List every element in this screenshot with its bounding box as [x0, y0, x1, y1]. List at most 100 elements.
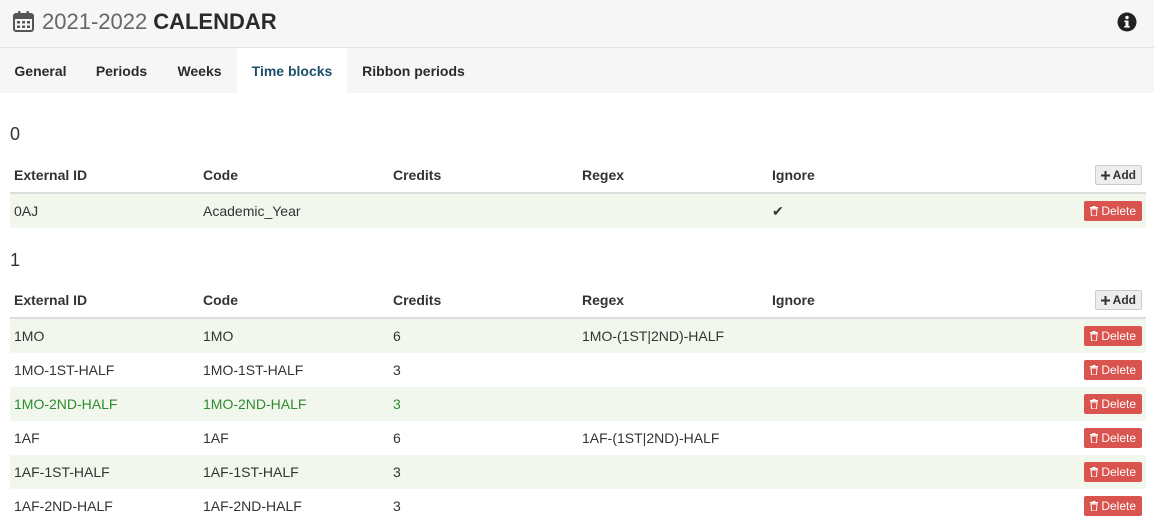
cell-credits: 6	[389, 318, 578, 353]
page-header: 2021-2022 CALENDAR	[0, 0, 1154, 48]
delete-cell: Delete	[958, 318, 1146, 353]
info-icon[interactable]	[1117, 12, 1137, 32]
cell-external-id: 1AF	[14, 430, 40, 446]
add-button[interactable]: Add	[1094, 290, 1142, 310]
cell-credits: 3	[393, 498, 401, 514]
col-ignore: Ignore	[768, 283, 958, 319]
time-blocks-table: External ID Code Credits Regex Ignore Ad…	[10, 283, 1146, 523]
cell-credits	[389, 193, 578, 228]
cell-credits: 6	[393, 430, 401, 446]
delete-cell: Delete	[958, 353, 1146, 387]
delete-button[interactable]: Delete	[1083, 462, 1142, 482]
add-button[interactable]: Add	[1094, 165, 1142, 185]
calendar-name: CALENDAR	[153, 9, 277, 34]
delete-label: Delete	[1101, 397, 1136, 411]
trash-icon	[1089, 467, 1098, 478]
col-regex: Regex	[578, 283, 768, 319]
cell-regex	[578, 455, 768, 489]
trash-icon	[1089, 365, 1098, 376]
delete-label: Delete	[1101, 499, 1136, 513]
trash-icon	[1089, 501, 1098, 512]
cell-code: 1MO-2ND-HALF	[199, 387, 389, 421]
section-title: 1	[10, 250, 21, 270]
delete-cell: Delete	[958, 489, 1146, 523]
cell-credits: 3	[389, 455, 578, 489]
col-external-id: External ID	[10, 283, 199, 319]
trash-icon	[1089, 206, 1098, 217]
cell-ignore	[768, 421, 958, 455]
cell-code: 1MO-1ST-HALF	[203, 362, 304, 378]
trash-icon	[1089, 399, 1098, 410]
cell-code: 1AF-2ND-HALF	[203, 498, 302, 514]
section-title: 0	[10, 124, 21, 144]
cell-regex	[578, 387, 768, 421]
cell-external-id: 1AF-1ST-HALF	[10, 455, 199, 489]
add-label: Add	[1112, 168, 1136, 182]
col-external-id: External ID	[10, 158, 199, 194]
cell-code: 1MO	[199, 318, 389, 353]
delete-label: Delete	[1101, 431, 1136, 445]
time-blocks-table: External ID Code Credits Regex Ignore Ad…	[10, 158, 1146, 228]
cell-external-id: 1MO	[10, 318, 199, 353]
table-header-row: External ID Code Credits Regex Ignore Ad…	[10, 158, 1146, 194]
delete-cell: Delete	[958, 421, 1146, 455]
col-code: Code	[199, 283, 389, 319]
table-row: 1AF 1AF 6 1AF-(1ST|2ND)-HALF Delete	[10, 421, 1146, 455]
cell-external-id: 1AF-2ND-HALF	[14, 498, 113, 514]
page-title: 2021-2022 CALENDAR	[42, 8, 277, 36]
plus-icon	[1100, 171, 1110, 180]
delete-button[interactable]: Delete	[1083, 496, 1142, 516]
cell-external-id: 1MO-2ND-HALF	[10, 387, 199, 421]
table-row: 1AF-2ND-HALF 1AF-2ND-HALF 3 Delete	[10, 489, 1146, 523]
delete-button[interactable]: Delete	[1083, 394, 1142, 414]
cell-credits: 3	[389, 387, 578, 421]
delete-cell: Delete	[958, 193, 1146, 228]
cell-code: 1AF-1ST-HALF	[199, 455, 389, 489]
delete-button[interactable]: Delete	[1083, 428, 1142, 448]
delete-cell: Delete	[958, 455, 1146, 489]
add-cell: Add	[958, 158, 1146, 194]
tab-weeks[interactable]: Weeks	[162, 48, 237, 93]
delete-label: Delete	[1101, 204, 1136, 218]
table-row: 1MO-2ND-HALF 1MO-2ND-HALF 3 Delete	[10, 387, 1146, 421]
cell-external-id: 1MO-1ST-HALF	[14, 362, 115, 378]
delete-button[interactable]: Delete	[1083, 360, 1142, 380]
cell-regex	[578, 489, 768, 523]
plus-icon	[1100, 296, 1110, 305]
cell-regex	[578, 353, 768, 387]
add-cell: Add	[958, 283, 1146, 319]
table-row: 1AF-1ST-HALF 1AF-1ST-HALF 3 Delete	[10, 455, 1146, 489]
delete-button[interactable]: Delete	[1083, 326, 1142, 346]
table-row: 0AJ Academic_Year ✔ Delete	[10, 193, 1146, 228]
tab-time-blocks[interactable]: Time blocks	[237, 48, 347, 93]
tab-ribbon-periods[interactable]: Ribbon periods	[347, 48, 480, 93]
delete-label: Delete	[1101, 329, 1136, 343]
cell-ignore	[768, 489, 958, 523]
col-ignore: Ignore	[768, 158, 958, 194]
table-header-row: External ID Code Credits Regex Ignore Ad…	[10, 283, 1146, 319]
add-label: Add	[1112, 293, 1136, 307]
delete-label: Delete	[1101, 363, 1136, 377]
delete-button[interactable]: Delete	[1083, 201, 1142, 221]
col-regex: Regex	[578, 158, 768, 194]
table-row: 1MO 1MO 6 1MO-(1ST|2ND)-HALF Delete	[10, 318, 1146, 353]
col-code: Code	[199, 158, 389, 194]
table-row: 1MO-1ST-HALF 1MO-1ST-HALF 3 Delete	[10, 353, 1146, 387]
calendar-icon	[13, 11, 34, 32]
cell-ignore	[768, 318, 958, 353]
trash-icon	[1089, 433, 1098, 444]
cell-regex	[578, 193, 768, 228]
cell-code: Academic_Year	[199, 193, 389, 228]
col-credits: Credits	[389, 283, 578, 319]
cell-ignore	[768, 387, 958, 421]
tab-general[interactable]: General	[0, 48, 81, 93]
cell-ignore	[768, 455, 958, 489]
calendar-year: 2021-2022	[42, 9, 148, 34]
tab-periods[interactable]: Periods	[81, 48, 162, 93]
cell-external-id: 0AJ	[10, 193, 199, 228]
cell-credits: 3	[393, 362, 401, 378]
cell-code: 1AF	[203, 430, 229, 446]
col-credits: Credits	[389, 158, 578, 194]
tab-bar: General Periods Weeks Time blocks Ribbon…	[0, 48, 1154, 93]
cell-regex: 1MO-(1ST|2ND)-HALF	[578, 318, 768, 353]
